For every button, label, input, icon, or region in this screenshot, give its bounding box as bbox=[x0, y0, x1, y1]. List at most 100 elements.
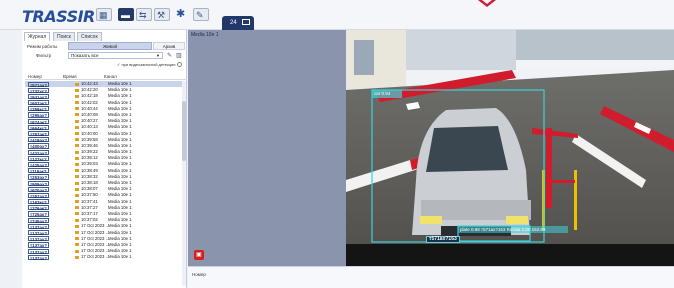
scrollbar-thumb[interactable] bbox=[182, 101, 186, 161]
license-plate-label: т571ах?163 bbox=[426, 236, 460, 243]
plate-number: т258кс? bbox=[28, 106, 49, 113]
event-icon bbox=[75, 218, 79, 222]
event-icon bbox=[75, 156, 79, 160]
filter-value: Показать все bbox=[71, 53, 99, 58]
wrench-icon[interactable]: ⚒ bbox=[154, 8, 170, 21]
plate-detection-info: plate 0.98 т571ах?163 Russia 1.00 152.68 bbox=[460, 227, 546, 232]
filter-label: Фильтр bbox=[36, 53, 52, 58]
camera-name: Media 10e 1 bbox=[191, 32, 219, 38]
event-icon bbox=[75, 193, 79, 197]
plate-number: т674ак? bbox=[28, 118, 49, 125]
tab-list[interactable]: Список bbox=[77, 32, 102, 41]
table-scrollbar[interactable] bbox=[182, 81, 186, 286]
event-icon bbox=[75, 132, 79, 135]
bottom-panel-label: Номер bbox=[192, 272, 206, 277]
plate-number: т295ах? bbox=[28, 112, 50, 119]
event-icon bbox=[75, 113, 79, 117]
event-icon bbox=[75, 88, 79, 92]
event-icon bbox=[75, 138, 79, 142]
plate-number: т725ах? bbox=[28, 211, 50, 218]
plate-number: т909ох? bbox=[28, 180, 50, 187]
record-button[interactable]: ▣ bbox=[194, 250, 204, 260]
plate-number: т571ах? bbox=[28, 81, 50, 88]
tab-journal[interactable]: Журнал bbox=[24, 32, 51, 41]
event-icon bbox=[75, 249, 79, 253]
plate-number: т418ох? bbox=[28, 137, 50, 144]
checkbox-text: при видеозаписной детекции bbox=[121, 62, 176, 67]
plate-number: т745ах? bbox=[28, 217, 50, 224]
edit-icon[interactable]: ✎ bbox=[193, 8, 209, 21]
mode-live-button[interactable]: Живой bbox=[68, 42, 152, 50]
plate-number: т137ах? bbox=[28, 248, 50, 255]
event-icon bbox=[75, 237, 79, 241]
event-icon bbox=[75, 181, 79, 185]
event-icon bbox=[75, 231, 79, 234]
event-icon bbox=[75, 175, 79, 179]
table-row[interactable]: т137ах? 17 Oct 2023 ... Media 10e 1 bbox=[25, 254, 183, 261]
monitor-icon[interactable]: ▬ bbox=[118, 8, 134, 21]
plate-number: т163кс? bbox=[28, 199, 49, 206]
archive-icon: ▣ bbox=[196, 252, 202, 258]
plate-number: т137ах? bbox=[28, 223, 50, 230]
column-channel[interactable]: Канал bbox=[104, 74, 117, 79]
plate-number: т127кс? bbox=[28, 155, 49, 162]
event-icon bbox=[75, 107, 79, 111]
tab-search[interactable]: Поиск bbox=[53, 32, 75, 41]
event-icon bbox=[75, 187, 79, 191]
events-table: т571ах? 10:42:43 Media 10e 1 т732хс? 10:42:2… bbox=[25, 81, 183, 261]
event-icon bbox=[75, 243, 79, 247]
plate-number: т664кс? bbox=[28, 124, 49, 131]
event-icon bbox=[75, 169, 79, 173]
plate-number: т137ах? bbox=[28, 236, 50, 243]
mode-label: Режим работы bbox=[27, 44, 58, 49]
alarm-indicator-icon bbox=[478, 0, 496, 7]
column-time[interactable]: Время bbox=[63, 74, 77, 79]
event-icon bbox=[75, 82, 79, 86]
event-icon bbox=[75, 255, 79, 259]
car-detection-label: car 0.94 bbox=[374, 91, 391, 96]
bottom-panel: Номер bbox=[188, 266, 674, 288]
plate-number: т425ах? bbox=[28, 161, 50, 168]
plate-number: т400ох? bbox=[28, 143, 50, 150]
event-icon bbox=[75, 119, 79, 123]
pencil-icon[interactable]: ✎ bbox=[167, 52, 172, 59]
event-journal-panel: Журнал Поиск Список Режим работы Живой А… bbox=[22, 30, 187, 288]
event-icon bbox=[75, 150, 79, 154]
detection-checkbox[interactable] bbox=[177, 62, 182, 67]
plate-number: т732хс? bbox=[28, 87, 49, 94]
event-icon bbox=[75, 125, 79, 129]
event-icon bbox=[75, 200, 79, 204]
monitor-icon bbox=[242, 19, 250, 25]
detection-checkbox-label: ✓ при видеозаписной детекции bbox=[117, 62, 176, 67]
table-header: Номер Время Канал bbox=[25, 73, 187, 80]
event-channel: Media 10e 1 bbox=[108, 254, 132, 260]
event-time: 17 Oct 2023 ... bbox=[81, 254, 110, 260]
event-icon bbox=[75, 212, 79, 216]
column-number[interactable]: Номер bbox=[28, 74, 42, 79]
trassir-window: TRASSIR ▦ ▬ ⇆ ⚒ ✱ ✎ 24 Журнал Поиск Спис… bbox=[0, 0, 674, 288]
plate-number: т137ах? bbox=[28, 254, 50, 261]
layout-icon[interactable]: ⇆ bbox=[136, 8, 152, 21]
trash-icon[interactable]: ▥ bbox=[176, 52, 182, 59]
plate-number: т607ак? bbox=[28, 100, 49, 107]
camera-tab[interactable]: 24 bbox=[222, 16, 254, 30]
plate-number: т941ах? bbox=[28, 93, 50, 100]
puzzle-icon[interactable]: ✱ bbox=[174, 8, 190, 21]
plate-number: т137ах? bbox=[28, 242, 50, 249]
filter-select[interactable]: Показать все ▼ bbox=[68, 52, 163, 59]
event-icon bbox=[75, 144, 79, 148]
event-icon bbox=[75, 101, 79, 105]
grid-icon[interactable]: ▦ bbox=[96, 8, 112, 21]
plate-number: т115ак? bbox=[28, 168, 49, 175]
plate-number: т257ах? bbox=[28, 192, 50, 199]
trassir-logo: TRASSIR bbox=[22, 7, 95, 26]
mode-archive-button[interactable]: Архив bbox=[153, 42, 185, 50]
chevron-down-icon: ▼ bbox=[156, 53, 160, 58]
event-icon bbox=[75, 162, 79, 166]
plate-number: т253ох? bbox=[28, 174, 50, 181]
plate-number: т422ах? bbox=[28, 149, 50, 156]
event-icon bbox=[75, 94, 79, 98]
plate-number: т276ак? bbox=[28, 205, 49, 212]
plate-number: т670ах? bbox=[28, 186, 50, 193]
camera-feed[interactable]: car 0.94 plate 0.98 т571ах?163 Russia 1.… bbox=[346, 30, 674, 267]
